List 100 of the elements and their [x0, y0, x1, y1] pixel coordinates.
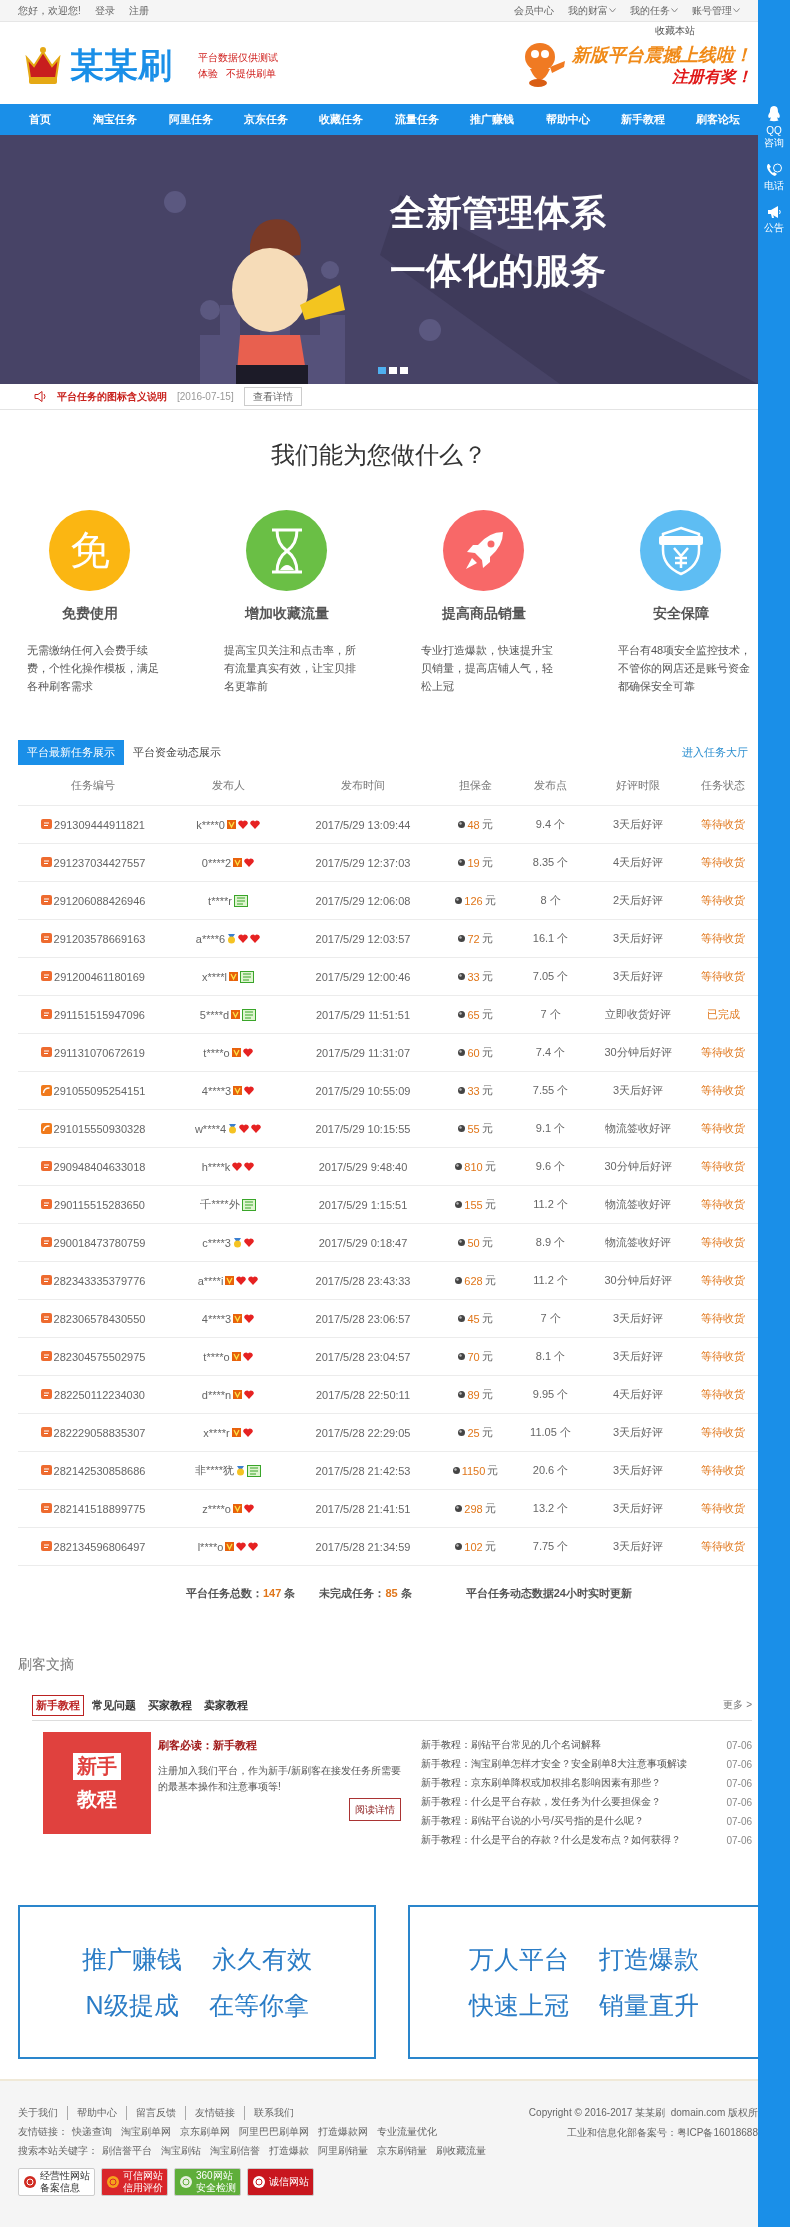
table-cell: 2017/5/28 22:50:11	[288, 1375, 438, 1413]
heart-icon	[250, 934, 261, 943]
notice-link[interactable]: 平台任务的图标含义说明	[57, 389, 167, 404]
article-tab[interactable]: 常见问题	[88, 1694, 140, 1716]
keyword-link[interactable]: 淘宝刷钻	[161, 2143, 201, 2158]
chat-icon	[40, 1427, 52, 1438]
friend-link[interactable]: 快递查询	[72, 2124, 112, 2139]
table-cell: 291055095254151	[18, 1071, 168, 1109]
article-link[interactable]: 新手教程：刷钻平台说的小号/买号指的是什么呢？	[421, 1814, 644, 1828]
nav-item[interactable]: 阿里任务	[152, 104, 229, 135]
article-tab[interactable]: 卖家教程	[200, 1694, 252, 1716]
table-cell: 2017/5/28 23:43:33	[288, 1261, 438, 1299]
friend-link[interactable]: 京东刷单网	[180, 2124, 230, 2139]
table-cell: 2017/5/29 10:55:09	[288, 1071, 438, 1109]
nav-item[interactable]: 推广赚钱	[454, 104, 530, 135]
article-link[interactable]: 新手教程：刷钻平台常见的几个名词解释	[421, 1738, 601, 1752]
nav-item[interactable]: 京东任务	[228, 104, 304, 135]
side-button[interactable]: 电话	[762, 163, 786, 192]
feature-text: 无需缴纳任何入会费手续费，个性化操作模板，满足各种刷客需求	[27, 643, 160, 694]
column-header: 任务编号	[70, 777, 116, 793]
table-cell: 33 元	[438, 957, 513, 995]
keyword-link[interactable]: 阿里刷销量	[318, 2143, 368, 2158]
table-cell: 8.1 个	[513, 1337, 588, 1375]
table-cell: 291131070672619	[18, 1033, 168, 1071]
table-cell: 1150 元	[438, 1451, 513, 1489]
bookmark-link[interactable]: 收藏本站	[655, 24, 695, 38]
promo-slogan: 快速上冠	[469, 1990, 569, 2021]
friend-link[interactable]: 阿里巴巴刷单网	[239, 2124, 309, 2139]
chat-icon	[40, 1503, 52, 1514]
table-cell: 19 元	[438, 843, 513, 881]
table-cell: 2017/5/28 21:41:51	[288, 1489, 438, 1527]
table-cell: 291200461180169	[18, 957, 168, 995]
keyword-link[interactable]: 刷收藏流量	[436, 2143, 486, 2158]
article-tab[interactable]: 新手教程	[32, 1694, 84, 1716]
nav-item[interactable]: 收藏任务	[303, 104, 380, 135]
task-tab[interactable]: 平台最新任务展示	[18, 740, 124, 765]
side-button[interactable]: QQ咨询	[762, 106, 786, 149]
table-cell: 11.05 个	[513, 1413, 588, 1451]
details-button[interactable]: 查看详情	[243, 387, 302, 406]
nav-item[interactable]: 流量任务	[379, 104, 455, 135]
article-date: 07-06	[726, 1758, 752, 1770]
chat-icon	[40, 857, 52, 868]
article-link[interactable]: 新手教程：京东刷单降权或加权排名影响因素有那些？	[421, 1776, 661, 1790]
nav-item[interactable]: 帮助中心	[529, 104, 606, 135]
article-link[interactable]: 新手教程：淘宝刷单怎样才安全？安全刷单8大注意事项解读	[421, 1757, 687, 1771]
footer-link[interactable]: 友情链接	[185, 2105, 235, 2120]
site-logo[interactable]: 某某刷	[70, 43, 172, 89]
article-link[interactable]: 新手教程：什么是平台的存款？什么是发布点？如何获得？	[421, 1833, 681, 1847]
table-cell: 3天后好评	[588, 805, 688, 843]
heart-icon	[243, 1238, 254, 1247]
trust-badge[interactable]: 诚信网站	[247, 2168, 314, 2196]
friend-link[interactable]: 专业流量优化	[377, 2124, 437, 2139]
heart-icon	[244, 1162, 255, 1171]
trust-badge[interactable]: 可信网站 信用评价	[101, 2168, 168, 2196]
column-header: 好评时限	[615, 777, 661, 793]
table-cell: 物流签收好评	[588, 1185, 688, 1223]
footer-link[interactable]: 留言反馈	[126, 2105, 176, 2120]
dropdown-menu[interactable]: 我的财富	[568, 3, 616, 18]
article-link[interactable]: 新手教程：什么是平台存款，发任务为什么要担保金？	[421, 1795, 661, 1809]
top-link[interactable]: 注册	[128, 3, 149, 18]
footer-link[interactable]: 帮助中心	[67, 2105, 117, 2120]
keyword-link[interactable]: 打造爆款	[269, 2143, 309, 2158]
side-button[interactable]: 公告	[762, 206, 786, 234]
table-cell: 7.55 个	[513, 1071, 588, 1109]
task-tab[interactable]: 平台资金动态展示	[124, 740, 230, 765]
trust-badge[interactable]: 经营性网站 备案信息	[18, 2168, 95, 2196]
level-icon	[233, 858, 243, 867]
dropdown-menu[interactable]: 账号管理	[692, 3, 740, 18]
read-more-button[interactable]: 阅读详情	[349, 1798, 401, 1821]
footer-label: 搜索本站关键字：	[18, 2143, 98, 2158]
friend-link[interactable]: 打造爆款网	[318, 2124, 368, 2139]
caret-icon	[671, 8, 678, 13]
notice-date: [2016-07-15]	[177, 391, 234, 402]
footer-link[interactable]: 联系我们	[244, 2105, 294, 2120]
table-cell: 810 元	[438, 1147, 513, 1185]
dropdown-menu[interactable]: 我的任务	[630, 3, 678, 18]
article-tab[interactable]: 买家教程	[144, 1694, 196, 1716]
table-cell: 0****2	[168, 843, 288, 881]
task-hall-link[interactable]: 进入任务大厅	[682, 745, 748, 760]
keyword-link[interactable]: 刷信誉平台	[102, 2143, 152, 2158]
keyword-link[interactable]: 淘宝刷信誉	[210, 2143, 260, 2158]
table-cell: 2017/5/28 22:29:05	[288, 1413, 438, 1451]
nav-item[interactable]: 淘宝任务	[77, 104, 153, 135]
nav-item[interactable]: 刷客论坛	[680, 104, 757, 135]
friend-link[interactable]: 淘宝刷单网	[121, 2124, 171, 2139]
nav-item[interactable]: 新手教程	[605, 104, 681, 135]
footer-link[interactable]: 关于我们	[18, 2105, 58, 2120]
heart-icon	[244, 1314, 255, 1323]
chat-icon	[40, 1351, 52, 1362]
top-link[interactable]: 登录	[94, 3, 115, 18]
nav-item[interactable]: 首页	[2, 104, 78, 135]
coin-icon	[458, 821, 466, 828]
table-cell: 291203578669163	[18, 919, 168, 957]
more-link[interactable]: 更多 >	[723, 1698, 752, 1712]
feature-title: 安全保障	[651, 605, 710, 623]
promo-slogan: 销量直升	[599, 1990, 699, 2021]
article-date: 07-06	[726, 1796, 752, 1808]
article-title[interactable]: 刷客必读：新手教程	[158, 1738, 401, 1753]
top-link[interactable]: 会员中心	[514, 3, 554, 18]
keyword-link[interactable]: 京东刷销量	[377, 2143, 427, 2158]
